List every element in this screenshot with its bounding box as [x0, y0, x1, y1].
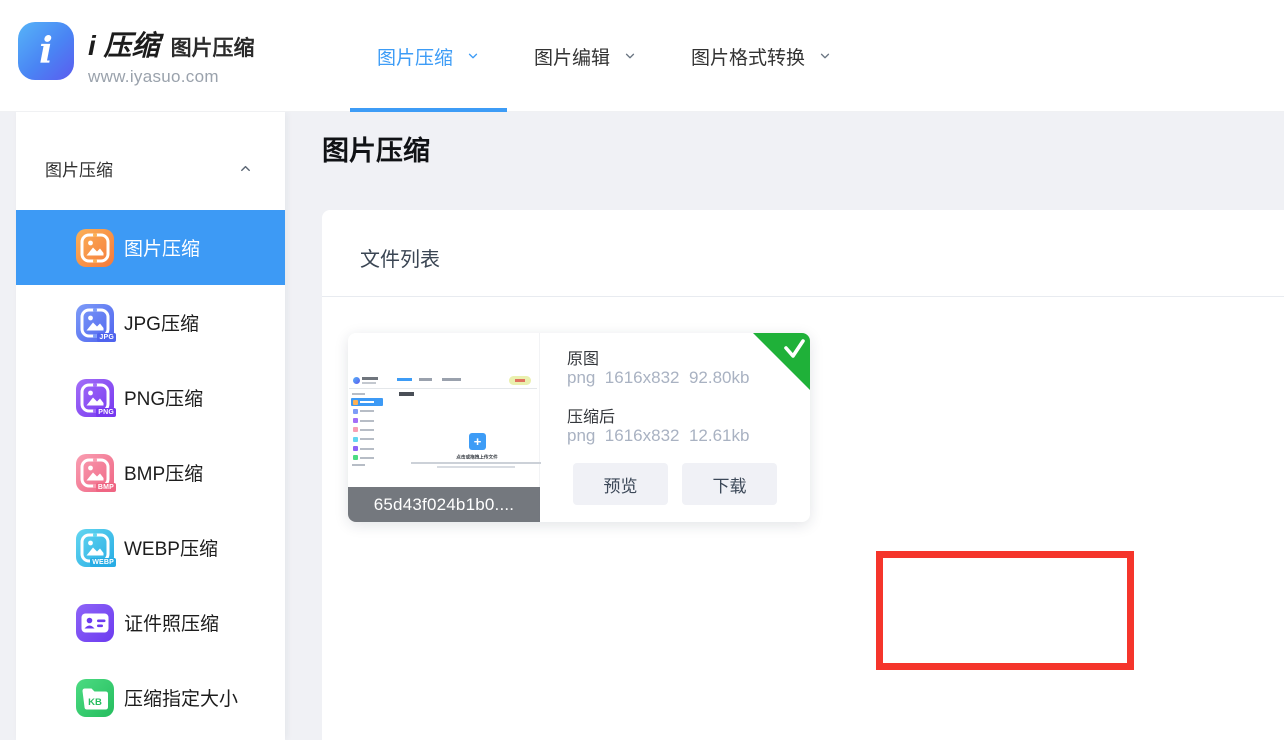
chevron-down-icon	[818, 49, 832, 63]
format-badge: JPG	[97, 333, 116, 342]
nav-item-2[interactable]: 图片格式转换	[664, 0, 859, 112]
sidebar-item-label: WEBP压缩	[124, 534, 218, 561]
logo-icon: i	[18, 22, 74, 80]
nav-item-label: 图片压缩	[377, 43, 453, 70]
format-badge: BMP	[96, 483, 116, 492]
sidebar-item-label: 压缩指定大小	[124, 684, 238, 711]
mini-client-button	[509, 376, 531, 385]
preview-button[interactable]: 预览	[573, 463, 668, 505]
page-title: 图片压缩	[322, 129, 430, 168]
compressed-label: 压缩后	[567, 403, 615, 427]
sidebar-items: 图片压缩 JPGJPG压缩 PNGPNG压缩 BMPBMP压缩 WEBPWEBP…	[16, 210, 285, 735]
nav-item-1[interactable]: 图片编辑	[507, 0, 664, 112]
format-badge: PNG	[96, 408, 116, 417]
sidebar-item-3[interactable]: BMP BMP压缩	[16, 435, 285, 510]
image-icon: BMP	[76, 454, 114, 492]
id-card-icon	[76, 604, 114, 642]
original-meta: png 1616x832 92.80kb	[567, 368, 749, 388]
chevron-up-icon	[238, 161, 253, 176]
success-corner-badge	[752, 333, 810, 396]
mini-logo-icon	[353, 377, 360, 384]
mini-sidebar-row	[351, 407, 383, 415]
mini-sidebar-row	[351, 435, 383, 443]
thumbnail-mini-screenshot: + 点击或拖拽上传文件	[349, 373, 539, 471]
sidebar-item-label: PNG压缩	[124, 384, 203, 411]
chevron-down-icon	[466, 49, 480, 63]
brand-logo[interactable]: i i 压缩 图片压缩 www.iyasuo.com	[18, 22, 255, 87]
sidebar-group-header[interactable]: 图片压缩	[16, 112, 285, 210]
folder-kb-icon: KB	[76, 679, 114, 717]
image-icon	[76, 229, 114, 267]
sidebar-item-2[interactable]: PNG PNG压缩	[16, 360, 285, 435]
mini-sidebar-row	[351, 454, 383, 462]
sidebar-group-label: 图片压缩	[45, 156, 113, 181]
image-icon: WEBP	[76, 529, 114, 567]
mini-sidebar-row	[351, 398, 383, 406]
mini-upload-plus-icon: +	[469, 433, 486, 450]
sidebar-item-4[interactable]: WEBP WEBP压缩	[16, 510, 285, 585]
sidebar-item-label: 证件照压缩	[124, 609, 219, 636]
sidebar-item-6[interactable]: KB 压缩指定大小	[16, 660, 285, 735]
mini-sidebar-row	[351, 445, 383, 453]
sidebar-item-label: 图片压缩	[124, 234, 200, 261]
chevron-down-icon	[623, 49, 637, 63]
logo-letter: i	[39, 33, 53, 69]
nav-item-0[interactable]: 图片压缩	[350, 0, 507, 112]
image-icon: PNG	[76, 379, 114, 417]
sidebar-item-5[interactable]: 证件照压缩	[16, 585, 285, 660]
svg-text:KB: KB	[88, 697, 102, 708]
nav-item-label: 图片编辑	[534, 43, 610, 70]
file-list-panel: 文件列表 + 点击或拖拽上传文件	[322, 210, 1284, 740]
red-annotation-rectangle	[876, 551, 1134, 670]
brand-domain: www.iyasuo.com	[88, 67, 255, 87]
mini-nav-bar	[442, 378, 461, 381]
file-card: + 点击或拖拽上传文件 65d43f024b1b0.... 原图 png 161…	[348, 333, 810, 522]
sidebar-item-label: BMP压缩	[124, 459, 203, 486]
nav-item-label: 图片格式转换	[691, 43, 805, 70]
file-name: 65d43f024b1b0....	[348, 487, 540, 522]
brand-text: i 压缩 图片压缩 www.iyasuo.com	[88, 22, 255, 87]
brand-name: i 压缩	[88, 24, 160, 64]
format-badge: WEBP	[90, 558, 116, 567]
mini-upload-caption: 点击或拖拽上传文件	[446, 453, 509, 460]
file-list-title: 文件列表	[360, 243, 440, 272]
mini-nav-bar	[419, 378, 432, 381]
mini-nav-bar	[397, 378, 412, 381]
mini-sidebar-row	[351, 417, 383, 425]
image-icon: JPG	[76, 304, 114, 342]
sidebar: 图片压缩 图片压缩 JPG JPG压缩 PNG PNG压缩 BMP BMP压缩 WEB…	[16, 112, 285, 740]
sidebar-item-label: JPG压缩	[124, 309, 199, 336]
mini-sidebar-row	[351, 426, 383, 434]
app-header: i i 压缩 图片压缩 www.iyasuo.com 图片压缩 图片编辑 图片格式转…	[0, 0, 1284, 112]
main-nav: 图片压缩 图片编辑 图片格式转换	[350, 0, 859, 112]
panel-divider	[322, 296, 1284, 297]
file-thumbnail[interactable]: + 点击或拖拽上传文件 65d43f024b1b0....	[348, 333, 540, 522]
sidebar-item-0[interactable]: 图片压缩	[16, 210, 285, 285]
compressed-meta: png 1616x832 12.61kb	[567, 426, 749, 446]
original-label: 原图	[567, 345, 599, 369]
download-button[interactable]: 下载	[682, 463, 777, 505]
sidebar-item-1[interactable]: JPG JPG压缩	[16, 285, 285, 360]
brand-tagline: 图片压缩	[171, 32, 255, 62]
